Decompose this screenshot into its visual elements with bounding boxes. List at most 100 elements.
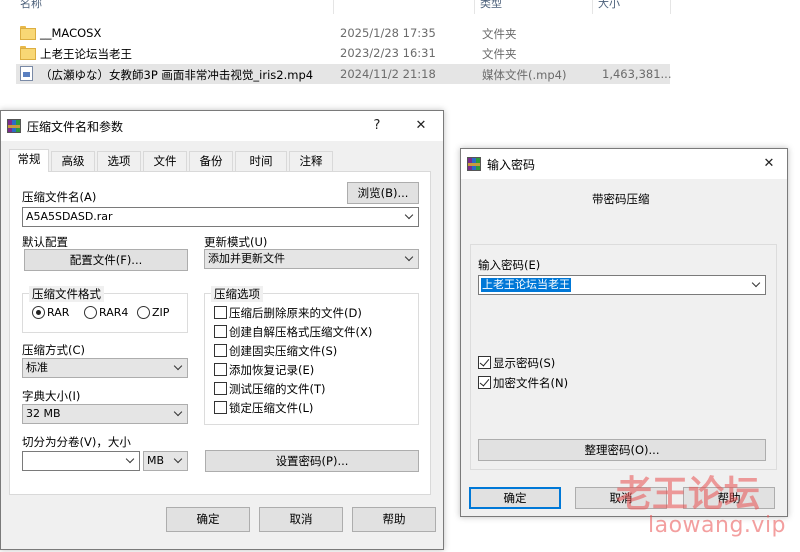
archive-format-group-title: 压缩文件格式: [29, 286, 104, 302]
winrar-app-icon: [467, 157, 481, 171]
file-row[interactable]: __MACOSX 2025/1/28 17:35 文件夹: [16, 23, 670, 43]
update-mode-label: 更新模式(U): [204, 235, 268, 249]
solid-checkbox[interactable]: [214, 344, 227, 357]
archive-name-combobox[interactable]: A5A5SDASD.rar: [22, 207, 419, 227]
column-header-name[interactable]: 名称: [20, 0, 60, 12]
update-mode-select[interactable]: 添加并更新文件: [204, 249, 419, 269]
archive-name-value: A5A5SDASD.rar: [26, 210, 113, 223]
column-header-size[interactable]: 大小: [598, 0, 638, 12]
file-name: 上老王论坛当老王: [40, 47, 132, 61]
help-icon[interactable]: ?: [357, 111, 397, 141]
archive-options-group-title: 压缩选项: [211, 286, 263, 302]
tab-backup[interactable]: 备份: [189, 151, 233, 171]
chevron-down-icon[interactable]: [173, 363, 183, 373]
test-files-label: 测试压缩的文件(T): [229, 382, 326, 396]
radio-zip[interactable]: [137, 306, 150, 319]
chevron-down-icon[interactable]: [125, 456, 135, 466]
radio-rar4[interactable]: [84, 306, 97, 319]
ok-button[interactable]: 确定: [166, 507, 250, 532]
file-size: 1,463,381...: [602, 67, 672, 81]
browse-button[interactable]: 浏览(B)...: [347, 182, 419, 204]
encrypt-filenames-checkbox[interactable]: [478, 376, 491, 389]
chevron-down-icon[interactable]: [173, 456, 183, 466]
archive-dialog-titlebar[interactable]: 压缩文件名和参数 ? ✕: [1, 111, 443, 141]
radio-zip-label: ZIP: [152, 306, 170, 319]
recovery-record-label: 添加恢复记录(E): [229, 363, 315, 377]
password-input[interactable]: 上老王论坛当老王: [478, 275, 766, 295]
tab-options[interactable]: 选项: [97, 151, 141, 171]
folder-icon: [20, 46, 36, 60]
tab-time[interactable]: 时间: [235, 151, 287, 171]
file-date: 2025/1/28 17:35: [340, 26, 436, 40]
column-separator: [670, 0, 671, 14]
set-password-button[interactable]: 设置密码(P)...: [205, 450, 419, 472]
archive-name-label: 压缩文件名(A): [22, 190, 97, 204]
compression-method-select[interactable]: 标准: [22, 358, 188, 378]
tab-files[interactable]: 文件: [143, 151, 187, 171]
tab-advanced[interactable]: 高级: [51, 151, 95, 171]
sfx-label: 创建自解压格式压缩文件(X): [229, 325, 373, 339]
default-profile-label: 默认配置: [22, 235, 68, 249]
tab-comment[interactable]: 注释: [289, 151, 333, 171]
organize-passwords-button[interactable]: 整理密码(O)...: [478, 439, 766, 461]
radio-rar[interactable]: [32, 306, 45, 319]
cancel-button[interactable]: 取消: [259, 507, 343, 532]
solid-label: 创建固实压缩文件(S): [229, 344, 338, 358]
watermark-logo-text: 老王论坛: [616, 473, 761, 515]
show-password-label: 显示密码(S): [493, 356, 556, 370]
file-row-selected[interactable]: （広瀬ゆな）女教師3P 画面非常冲击视觉_iris2.mp4 2024/11/2…: [16, 64, 672, 84]
compression-method-value: 标准: [26, 361, 48, 374]
dictionary-size-select[interactable]: 32 MB: [22, 404, 188, 424]
file-type: 文件夹: [482, 27, 517, 41]
close-icon[interactable]: ✕: [749, 149, 789, 179]
video-file-icon: [20, 66, 33, 81]
dictionary-size-value: 32 MB: [26, 407, 61, 420]
lock-archive-checkbox[interactable]: [214, 401, 227, 414]
password-value: 上老王论坛当老王: [481, 278, 571, 292]
enter-password-label: 输入密码(E): [478, 258, 541, 272]
lock-archive-label: 锁定压缩文件(L): [229, 401, 314, 415]
column-separator: [592, 0, 593, 14]
tab-general[interactable]: 常规: [9, 149, 49, 172]
recovery-record-checkbox[interactable]: [214, 363, 227, 376]
split-unit-select[interactable]: MB: [143, 451, 188, 471]
compression-method-label: 压缩方式(C): [22, 343, 86, 357]
dictionary-size-label: 字典大小(I): [22, 389, 81, 403]
file-type: 媒体文件(.mp4): [482, 68, 567, 82]
password-ok-button[interactable]: 确定: [469, 487, 561, 509]
radio-rar-label: RAR: [47, 306, 70, 319]
delete-after-label: 压缩后删除原来的文件(D): [229, 306, 362, 320]
file-type: 文件夹: [482, 47, 517, 61]
column-separator: [474, 0, 475, 14]
folder-icon: [20, 26, 36, 40]
chevron-down-icon[interactable]: [404, 254, 414, 264]
file-row[interactable]: 上老王论坛当老王 2023/2/23 16:31 文件夹: [16, 43, 670, 63]
file-explorer-list: 名称 类型 大小 __MACOSX 2025/1/28 17:35 文件夹 上老…: [0, 0, 800, 112]
password-dialog-titlebar[interactable]: 输入密码 ✕: [461, 149, 787, 179]
file-name: __MACOSX: [40, 26, 102, 40]
password-dialog-title: 输入密码: [487, 158, 536, 172]
help-button[interactable]: 帮助: [352, 507, 436, 532]
sfx-checkbox[interactable]: [214, 325, 227, 338]
split-size-combobox[interactable]: [22, 451, 140, 471]
split-volumes-label: 切分为分卷(V)，大小: [22, 435, 131, 449]
test-files-checkbox[interactable]: [214, 382, 227, 395]
archive-dialog-title: 压缩文件名和参数: [27, 120, 124, 134]
column-separator: [333, 0, 334, 14]
chevron-down-icon[interactable]: [751, 280, 761, 290]
update-mode-value: 添加并更新文件: [208, 252, 285, 265]
file-date: 2023/2/23 16:31: [340, 46, 436, 60]
chevron-down-icon[interactable]: [404, 212, 414, 222]
file-name: （広瀬ゆな）女教師3P 画面非常冲击视觉_iris2.mp4: [40, 68, 314, 82]
chevron-down-icon[interactable]: [173, 409, 183, 419]
close-icon[interactable]: ✕: [401, 111, 441, 141]
winrar-app-icon: [7, 119, 21, 133]
column-header-type[interactable]: 类型: [480, 0, 520, 12]
file-date: 2024/11/2 21:18: [340, 67, 436, 81]
profiles-button[interactable]: 配置文件(F)...: [24, 249, 188, 271]
split-unit-value: MB: [147, 454, 165, 467]
delete-after-checkbox[interactable]: [214, 306, 227, 319]
radio-rar4-label: RAR4: [99, 306, 129, 319]
watermark-url: laowang.vip: [648, 513, 787, 538]
show-password-checkbox[interactable]: [478, 356, 491, 369]
